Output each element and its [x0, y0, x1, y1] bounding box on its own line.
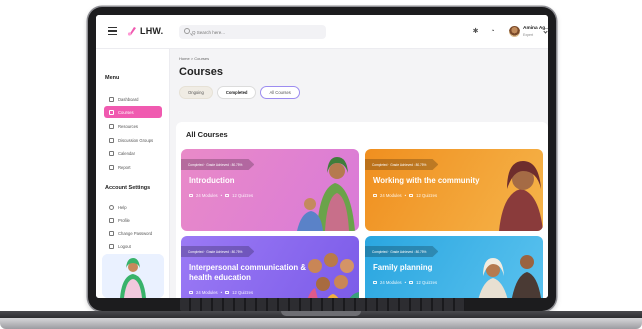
sidebar-item-profile[interactable]: Profile — [104, 214, 162, 226]
tab-all-courses[interactable]: All Courses — [260, 86, 300, 99]
tab-completed[interactable]: Completed — [216, 86, 257, 99]
dashboard-icon — [109, 96, 114, 102]
tab-ongoing[interactable]: Ongoing — [179, 86, 213, 99]
user-role: Expert — [523, 33, 534, 37]
page-title: Courses — [179, 66, 224, 78]
search-bar[interactable] — [179, 25, 326, 39]
modules-count: 24 Modules — [380, 280, 402, 285]
course-title: Working with the community — [373, 176, 480, 185]
course-card-introduction[interactable]: Completed · Grade Achieved : 80.75% Intr… — [181, 149, 359, 231]
course-card-interpersonal-communication[interactable]: Completed · Grade Achieved : 80.75% Inte… — [181, 236, 359, 298]
sun-icon[interactable]: ✱ — [471, 27, 480, 36]
sidebar-item-dashboard[interactable]: Dashboard — [104, 93, 162, 105]
sidebar-item-label: Logout — [118, 243, 131, 249]
status-ribbon: Completed · Grade Achieved : 80.75% — [181, 246, 255, 257]
course-meta: 24 Modules • 12 Quizzes — [189, 290, 253, 295]
course-card-family-planning[interactable]: Completed · Grade Achieved : 80.75% Fami… — [365, 236, 543, 298]
quizzes-icon — [409, 193, 414, 198]
sidebar-item-help[interactable]: Help — [104, 201, 162, 213]
sidebar-item-label: Courses — [118, 109, 134, 115]
bell-icon[interactable]: ◔ — [488, 27, 497, 36]
menu-icon[interactable] — [108, 27, 117, 35]
logo-text: LHW. — [140, 26, 164, 36]
quizzes-count: 12 Quizzes — [232, 193, 254, 198]
courses-panel: All Courses Completed · Grade Achieved :… — [176, 122, 548, 298]
quizzes-count: 12 Quizzes — [416, 280, 438, 285]
course-image — [478, 255, 541, 298]
sidebar-item-label: Report — [118, 164, 131, 170]
sidebar: Menu Dashboard Courses Resources Discuss… — [96, 49, 170, 298]
sidebar-item-courses[interactable]: Courses — [104, 106, 162, 118]
avatar[interactable] — [509, 26, 520, 37]
sidebar-item-label: Help — [118, 204, 127, 210]
quizzes-icon — [225, 290, 230, 295]
modules-icon — [189, 193, 193, 198]
sidebar-item-resources[interactable]: Resources — [104, 120, 162, 132]
sidebar-item-label: Resources — [118, 123, 139, 129]
modules-count: 24 Modules — [380, 193, 402, 198]
sidebar-item-label: Calendar — [118, 150, 135, 156]
quizzes-icon — [409, 280, 414, 285]
account-settings-heading: Account Settings — [105, 185, 151, 191]
status-ribbon: Completed · Grade Achieved : 80.75% — [365, 159, 439, 170]
quizzes-count: 12 Quizzes — [232, 290, 254, 295]
logo-icon — [127, 27, 136, 36]
chevron-down-icon[interactable] — [543, 29, 548, 34]
course-image — [307, 253, 359, 298]
key-icon — [109, 230, 114, 236]
profile-icon — [109, 217, 114, 223]
laptop-screen: LHW. ✱ ◔ Amina Ag.. Expert Menu Dashboar… — [96, 15, 548, 298]
course-meta: 24 Modules • 12 Quizzes — [373, 280, 437, 285]
search-icon — [184, 28, 190, 34]
modules-icon — [373, 280, 377, 285]
modules-icon — [373, 193, 377, 198]
status-ribbon: Completed · Grade Achieved : 80.75% — [365, 246, 439, 257]
sidebar-item-change-password[interactable]: Change Password — [104, 227, 162, 239]
courses-icon — [109, 109, 114, 115]
health-worker-illustration — [102, 254, 164, 298]
quizzes-icon — [225, 193, 230, 198]
section-title: All Courses — [186, 130, 228, 139]
keyboard — [180, 298, 465, 311]
breadcrumb[interactable]: Home > Courses — [179, 56, 209, 61]
modules-icon — [189, 290, 193, 295]
report-icon — [109, 164, 114, 170]
stage: LHW. ✱ ◔ Amina Ag.. Expert Menu Dashboar… — [0, 0, 642, 329]
course-meta: 24 Modules • 12 Quizzes — [373, 193, 437, 198]
sidebar-item-report[interactable]: Report — [104, 161, 162, 173]
calendar-icon — [109, 150, 114, 156]
course-title: Interpersonal communication & health edu… — [189, 263, 306, 282]
logout-icon — [109, 243, 114, 249]
modules-count: 24 Modules — [196, 193, 218, 198]
laptop-notch — [281, 311, 361, 316]
status-ribbon: Completed · Grade Achieved : 80.75% — [181, 159, 255, 170]
course-meta: 24 Modules • 12 Quizzes — [189, 193, 253, 198]
sidebar-item-label: Dashboard — [118, 96, 139, 102]
top-bar: LHW. ✱ ◔ Amina Ag.. Expert — [96, 15, 548, 49]
sidebar-item-label: Change Password — [118, 230, 153, 236]
sidebar-item-label: Profile — [118, 217, 130, 223]
discussion-icon — [109, 137, 114, 143]
course-image — [297, 157, 355, 231]
sidebar-illustration — [102, 254, 164, 298]
help-icon — [109, 204, 114, 210]
modules-count: 24 Modules — [196, 290, 218, 295]
sidebar-item-label: Discussion Groups — [118, 137, 154, 143]
sidebar-item-calendar[interactable]: Calendar — [104, 147, 162, 159]
resources-icon — [109, 123, 114, 129]
course-image — [499, 161, 543, 231]
laptop-base — [0, 318, 642, 329]
search-input[interactable] — [192, 25, 322, 39]
sidebar-item-discussion-groups[interactable]: Discussion Groups — [104, 134, 162, 146]
quizzes-count: 12 Quizzes — [416, 193, 438, 198]
sidebar-item-logout[interactable]: Logout — [104, 240, 162, 252]
course-tabs: Ongoing Completed All Courses — [179, 86, 300, 100]
main-content: Home > Courses Courses Ongoing Completed… — [170, 49, 548, 298]
menu-heading: Menu — [105, 75, 120, 81]
course-card-working-with-community[interactable]: Completed · Grade Achieved : 80.75% Work… — [365, 149, 543, 231]
